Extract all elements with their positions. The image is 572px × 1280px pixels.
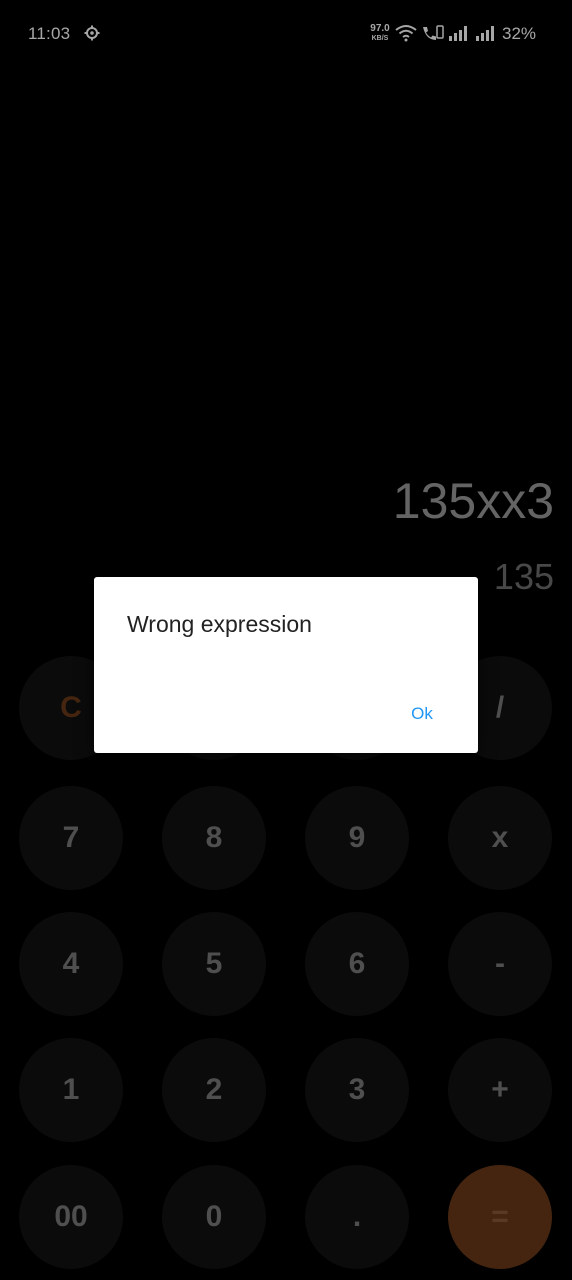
ok-button[interactable]: Ok [394, 697, 450, 731]
alert-dialog: Wrong expression Ok [94, 577, 478, 753]
dialog-message: Wrong expression [127, 611, 312, 637]
